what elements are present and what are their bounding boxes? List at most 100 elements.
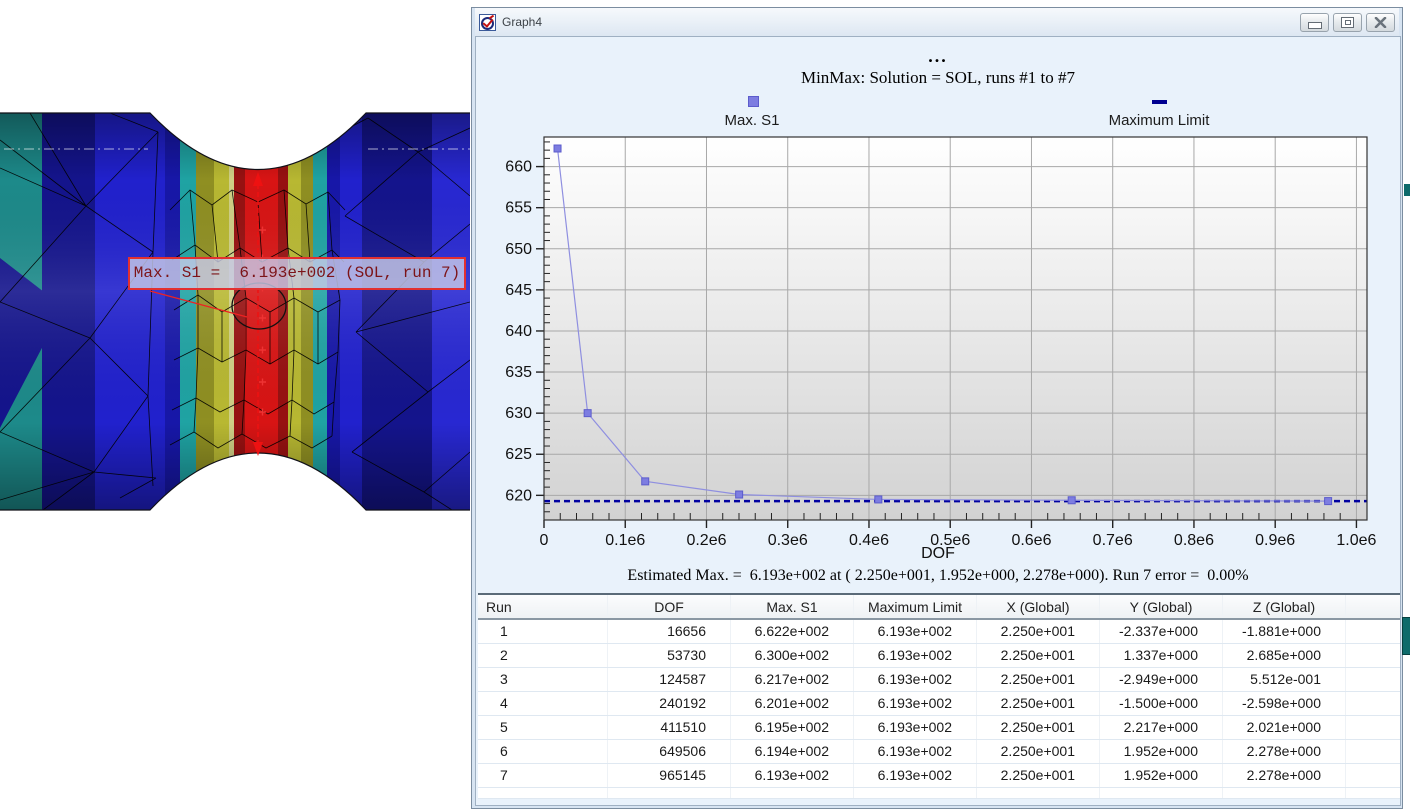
table-cell: 6.193e+002 (854, 643, 977, 667)
table-cell: 2 (478, 643, 608, 667)
edge-scroll-mark (1404, 184, 1410, 196)
table-cell: 965145 (608, 763, 731, 787)
table-cell: 411510 (608, 715, 731, 739)
y-tick-label: 645 (505, 282, 532, 299)
restore-button[interactable] (1333, 13, 1362, 32)
column-header[interactable] (1346, 594, 1402, 619)
series-point (875, 496, 882, 503)
table-cell: 2.250e+001 (977, 715, 1100, 739)
table-cell: 6.193e+002 (854, 763, 977, 787)
table-cell: 6 (478, 739, 608, 763)
table-cell: -1.881e+000 (1223, 619, 1346, 643)
restore-icon (1341, 17, 1354, 28)
table-cell: 6.195e+002 (731, 715, 854, 739)
table-cell: 2.250e+001 (977, 643, 1100, 667)
table-cell: 649506 (608, 739, 731, 763)
table-cell: 2.250e+001 (977, 739, 1100, 763)
fea-viewport[interactable]: Max. S1 = 6.193e+002 (SOL, run 7) (0, 0, 470, 809)
table-cell: 6.193e+002 (854, 715, 977, 739)
estimated-max-text: Estimated Max. = 6.193e+002 at ( 2.250e+… (476, 567, 1400, 585)
table-cell (1346, 667, 1402, 691)
y-tick-label: 630 (505, 405, 532, 422)
table-cell: 2.021e+000 (1223, 715, 1346, 739)
table-cell (1346, 691, 1402, 715)
table-cell: 1.952e+000 (1100, 763, 1223, 787)
table-row[interactable]: 2537306.300e+0026.193e+0022.250e+0011.33… (478, 643, 1401, 667)
stress-contour-bands (0, 113, 470, 510)
x-axis-label: DOF (476, 545, 1400, 563)
table-row[interactable]: 42401926.201e+0026.193e+0022.250e+001-1.… (478, 691, 1401, 715)
table-cell: 53730 (608, 643, 731, 667)
series-point (642, 478, 649, 485)
graph-window-content: 62062563063564064565065566000.1e60.2e60.… (475, 36, 1401, 806)
table-cell: 6.622e+002 (731, 619, 854, 643)
column-header[interactable]: Max. S1 (731, 594, 854, 619)
table-cell: 6.201e+002 (731, 691, 854, 715)
table-cell: 6.193e+002 (854, 667, 977, 691)
runs-table: RunDOFMax. S1Maximum LimitX (Global)Y (G… (478, 593, 1401, 799)
y-tick-label: 635 (505, 364, 532, 381)
table-cell: 2.250e+001 (977, 667, 1100, 691)
column-header[interactable]: Z (Global) (1223, 594, 1346, 619)
column-header[interactable]: DOF (608, 594, 731, 619)
table-cell: 6.193e+002 (854, 739, 977, 763)
table-cell: 6.300e+002 (731, 643, 854, 667)
table-cell (1346, 739, 1402, 763)
series-point (1325, 498, 1332, 505)
legend-square-marker-icon (748, 96, 759, 107)
convergence-chart: 62062563063564064565065566000.1e60.2e60.… (476, 37, 1400, 557)
table-row[interactable]: 79651456.193e+0026.193e+0022.250e+0011.9… (478, 763, 1401, 787)
y-tick-label: 625 (505, 446, 532, 463)
table-cell (1346, 619, 1402, 643)
table-cell: -1.500e+000 (1100, 691, 1223, 715)
table-cell: 1 (478, 619, 608, 643)
table-row[interactable]: 66495066.194e+0026.193e+0022.250e+0011.9… (478, 739, 1401, 763)
series-point (1068, 497, 1075, 504)
app-logo-icon[interactable] (479, 14, 496, 31)
window-title-bar[interactable]: Graph4 (475, 8, 1399, 36)
table-cell: 6.194e+002 (731, 739, 854, 763)
column-header[interactable]: Maximum Limit (854, 594, 977, 619)
table-cell: 7 (478, 763, 608, 787)
table-cell: 6.193e+002 (854, 619, 977, 643)
table-row[interactable]: 31245876.217e+0026.193e+0022.250e+001-2.… (478, 667, 1401, 691)
table-cell: 6.217e+002 (731, 667, 854, 691)
table-cell (1346, 643, 1402, 667)
empty-row (478, 787, 1401, 798)
table-row[interactable]: 54115106.195e+0026.193e+0022.250e+0012.2… (478, 715, 1401, 739)
legend-dash-marker-icon (1152, 100, 1167, 104)
column-header[interactable]: Run (478, 594, 608, 619)
y-tick-label: 620 (505, 487, 532, 504)
table-cell: 1.337e+000 (1100, 643, 1223, 667)
table-cell (1346, 715, 1402, 739)
table-cell: -2.949e+000 (1100, 667, 1223, 691)
table-cell (1346, 763, 1402, 787)
column-header[interactable]: Y (Global) (1100, 594, 1223, 619)
minimize-icon (1308, 22, 1322, 29)
close-button[interactable] (1366, 13, 1395, 32)
runs-table-header: RunDOFMax. S1Maximum LimitX (Global)Y (G… (478, 594, 1401, 619)
table-row[interactable]: 1166566.622e+0026.193e+0022.250e+001-2.3… (478, 619, 1401, 643)
series-point (584, 410, 591, 417)
table-cell: 2.278e+000 (1223, 763, 1346, 787)
table-cell: -2.598e+000 (1223, 691, 1346, 715)
table-cell: 5 (478, 715, 608, 739)
edge-scrollbar-thumb[interactable] (1402, 617, 1410, 655)
column-header[interactable]: X (Global) (977, 594, 1100, 619)
fea-model-render (0, 0, 470, 809)
legend-max-s1: Max. S1 (682, 112, 822, 129)
table-cell: 2.278e+000 (1223, 739, 1346, 763)
max-value-annotation[interactable]: Max. S1 = 6.193e+002 (SOL, run 7) (128, 257, 466, 290)
table-cell: 5.512e-001 (1223, 667, 1346, 691)
table-cell: 2.250e+001 (977, 691, 1100, 715)
chart-title: MinMax: Solution = SOL, runs #1 to #7 (476, 68, 1400, 88)
series-point (736, 491, 743, 498)
minimize-button[interactable] (1300, 13, 1329, 32)
table-cell: 6.193e+002 (854, 691, 977, 715)
table-cell: 3 (478, 667, 608, 691)
y-tick-label: 640 (505, 323, 532, 340)
table-cell: 6.193e+002 (731, 763, 854, 787)
table-cell: 16656 (608, 619, 731, 643)
series-point (554, 145, 561, 152)
chart-overflow-dots: ... (476, 46, 1400, 67)
